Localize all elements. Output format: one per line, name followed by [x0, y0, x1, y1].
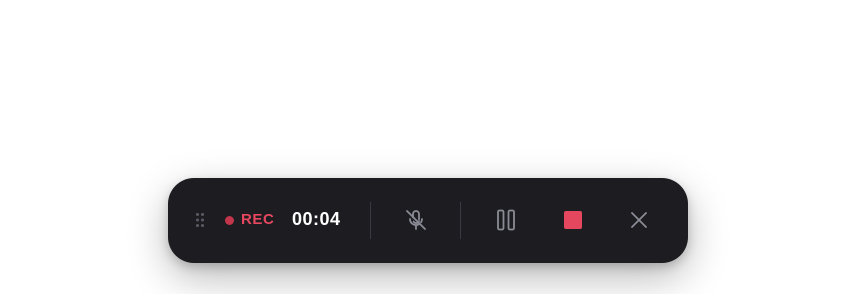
page: REC 00:04 — [0, 0, 862, 294]
recording-status-label: REC — [241, 211, 275, 228]
pause-button[interactable] — [486, 200, 526, 240]
divider — [460, 202, 461, 239]
close-icon — [631, 212, 647, 228]
mute-microphone-button[interactable] — [396, 200, 436, 240]
recording-indicator-dot — [225, 216, 234, 225]
close-button[interactable] — [619, 200, 659, 240]
divider — [370, 202, 371, 239]
elapsed-timer: 00:04 — [292, 209, 341, 229]
drag-handle-icon[interactable] — [195, 212, 205, 228]
recording-toolbar: REC 00:04 — [168, 178, 688, 263]
stop-recording-button[interactable] — [553, 200, 593, 240]
stop-icon — [564, 211, 582, 229]
microphone-off-icon — [406, 210, 426, 230]
pause-icon — [497, 209, 515, 231]
